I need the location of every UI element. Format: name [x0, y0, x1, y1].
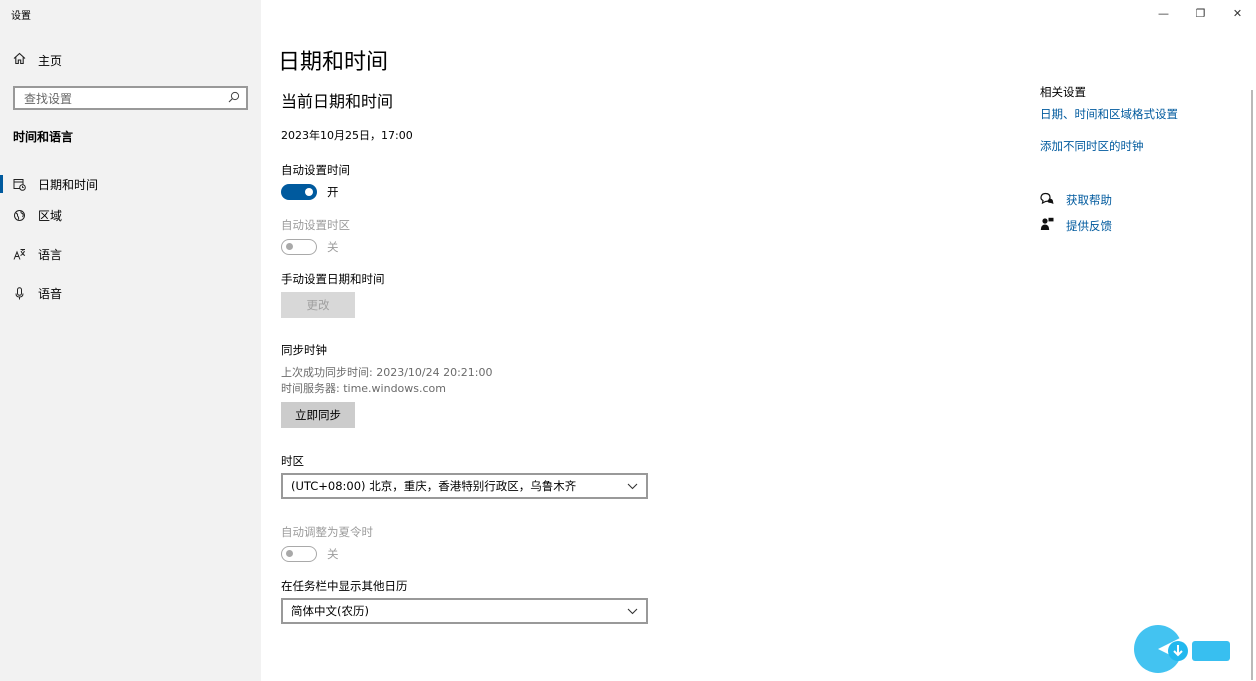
home-icon — [13, 52, 26, 68]
add-clocks-link[interactable]: 添加不同时区的时钟 — [1040, 138, 1144, 154]
sidebar-item-label: 区域 — [38, 209, 63, 223]
sidebar-nav: 日期和时间 区域 语言 语音 — [0, 172, 261, 313]
timezone-value: (UTC+08:00) 北京，重庆，香港特别行政区，乌鲁木齐 — [291, 479, 577, 493]
region-format-link[interactable]: 日期、时间和区域格式设置 — [1040, 106, 1178, 122]
dst-label: 自动调整为夏令时 — [281, 525, 373, 539]
home-label: 主页 — [38, 53, 63, 68]
feedback-link[interactable]: 提供反馈 — [1066, 218, 1112, 234]
calendar-value: 简体中文(农历) — [291, 604, 369, 618]
time-server-text: 时间服务器: time.windows.com — [281, 382, 447, 395]
minimize-button[interactable]: — — [1145, 6, 1182, 20]
page-title: 日期和时间 — [278, 50, 389, 75]
sidebar-item-label: 语言 — [38, 248, 63, 262]
calendar-clock-icon — [13, 178, 26, 191]
sidebar-item-date-time[interactable]: 日期和时间 — [0, 172, 261, 196]
current-datetime: 2023年10月25日，17:00 — [281, 129, 413, 142]
get-help-link[interactable]: 获取帮助 — [1066, 192, 1112, 208]
search-placeholder: 查找设置 — [24, 91, 73, 106]
auto-time-toggle[interactable] — [281, 184, 317, 200]
get-help-row[interactable]: 获取帮助 — [1040, 192, 1112, 208]
auto-time-state: 开 — [327, 185, 339, 199]
close-button[interactable]: ✕ — [1219, 6, 1256, 20]
feedback-person-icon — [1040, 217, 1054, 234]
sync-clock-label: 同步时钟 — [281, 343, 327, 357]
app-title: 设置 — [11, 11, 31, 22]
auto-time-toggle-row: 开 — [281, 184, 339, 200]
auto-timezone-state: 关 — [327, 240, 339, 254]
dst-toggle[interactable] — [281, 546, 317, 562]
sidebar-item-language[interactable]: 语言 — [0, 235, 261, 274]
sidebar-item-label: 日期和时间 — [38, 177, 99, 192]
manual-set-label: 手动设置日期和时间 — [281, 272, 385, 286]
home-nav-item[interactable]: 主页 — [13, 50, 62, 70]
auto-time-label: 自动设置时间 — [281, 163, 350, 177]
language-icon — [13, 248, 26, 261]
timezone-label: 时区 — [281, 454, 304, 468]
auto-timezone-toggle[interactable] — [281, 239, 317, 255]
sidebar: 设置 主页 查找设置 时间和语言 日期和时间 区域 语言 语音 — [0, 0, 261, 681]
window-controls: — ❐ ✕ — [1145, 6, 1256, 20]
chevron-down-icon — [627, 604, 638, 618]
auto-timezone-toggle-row: 关 — [281, 239, 339, 255]
other-calendar-label: 在任务栏中显示其他日历 — [281, 579, 408, 593]
sidebar-item-speech[interactable]: 语音 — [0, 274, 261, 313]
watermark-logo — [1132, 623, 1242, 677]
last-sync-text: 上次成功同步时间: 2023/10/24 20:21:00 — [281, 366, 493, 379]
change-button[interactable]: 更改 — [281, 292, 355, 318]
calendar-select[interactable]: 简体中文(农历) — [281, 598, 648, 624]
sync-now-button[interactable]: 立即同步 — [281, 402, 355, 428]
feedback-row[interactable]: 提供反馈 — [1040, 217, 1112, 234]
dst-state: 关 — [327, 547, 339, 561]
timezone-select[interactable]: (UTC+08:00) 北京，重庆，香港特别行政区，乌鲁木齐 — [281, 473, 648, 499]
help-chat-icon — [1040, 192, 1054, 208]
related-settings-title: 相关设置 — [1040, 85, 1086, 99]
microphone-icon — [13, 287, 26, 300]
section-title: 时间和语言 — [13, 130, 74, 144]
globe-region-icon — [13, 209, 26, 222]
section-heading: 当前日期和时间 — [281, 92, 394, 111]
sidebar-item-region[interactable]: 区域 — [0, 196, 261, 235]
dst-toggle-row: 关 — [281, 546, 339, 562]
restore-button[interactable]: ❐ — [1182, 6, 1219, 20]
sidebar-item-label: 语音 — [38, 287, 63, 301]
search-input[interactable]: 查找设置 — [13, 86, 248, 110]
search-icon[interactable] — [228, 91, 240, 106]
auto-timezone-label: 自动设置时区 — [281, 218, 350, 232]
scrollbar[interactable] — [1251, 90, 1253, 680]
main-content: 日期和时间 当前日期和时间 2023年10月25日，17:00 自动设置时间 开… — [278, 0, 1021, 681]
chevron-down-icon — [627, 479, 638, 493]
